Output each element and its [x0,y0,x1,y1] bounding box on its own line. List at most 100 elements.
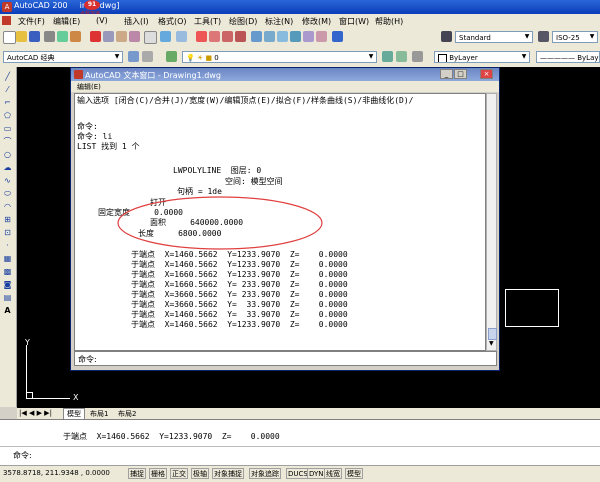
redo-icon[interactable] [176,31,187,42]
maximize-button[interactable]: □ [454,69,467,79]
menu-file[interactable]: 文件(F) [18,16,45,27]
osnap-toggle[interactable]: 对象捕捉 [212,468,244,479]
text-window-command-line[interactable]: 命令: [74,351,497,366]
output-line: 命令: li [77,132,113,141]
sheet-set-icon[interactable] [290,31,301,42]
block-editor-icon[interactable] [144,31,157,44]
tab-layout1[interactable]: 布局1 [87,409,111,419]
layout-tabs: |◀ ◀ ▶ ▶| 模型 布局1 布局2 [17,408,600,420]
paste-icon[interactable] [116,31,127,42]
workspace-select[interactable]: AutoCAD 经典 ▼ [3,51,123,63]
help-icon[interactable] [332,31,343,42]
scrollbar-thumb[interactable] [488,328,497,340]
region-icon[interactable]: ◙ [3,280,12,289]
tool-palettes-icon[interactable] [277,31,288,42]
menu-edit[interactable]: 编辑(E) [53,16,80,27]
zoom-previous-icon[interactable] [235,31,246,42]
minimize-button[interactable]: _ [440,69,453,79]
zoom-window-icon[interactable] [222,31,233,42]
save-icon[interactable] [29,31,40,42]
pan-icon[interactable] [196,31,207,42]
drawn-rectangle[interactable] [505,289,559,327]
close-button[interactable]: × [480,69,493,79]
dim-style-icon[interactable] [538,31,549,42]
make-current-layer-icon[interactable] [382,51,393,62]
hatch-icon[interactable]: ▦ [3,254,12,263]
point-icon[interactable]: · [3,241,12,250]
tab-layout2[interactable]: 布局2 [115,409,139,419]
markup-icon[interactable] [303,31,314,42]
menu-dimension[interactable]: 标注(N) [265,16,293,27]
layer-manager-icon[interactable] [166,51,177,62]
text-window-output[interactable]: 输入选项 [闭合(C)/合并(J)/宽度(W)/编辑顶点(E)/拟合(F)/样条… [74,93,486,351]
line-icon[interactable]: ╱ [3,72,12,81]
text-window-menu-edit[interactable]: 编辑(E) [77,82,101,92]
open-folder-icon[interactable] [16,31,27,42]
workspace-settings-icon[interactable] [128,51,139,62]
dyn-toggle[interactable]: DYN [307,468,326,479]
command-area[interactable]: 于端点 X=1460.5662 Y=1233.9070 Z= 0.0000 命令… [0,419,600,466]
arc-icon[interactable]: ⌒ [3,137,12,146]
text-window-scrollbar[interactable]: ▼ [486,93,497,351]
revision-cloud-icon[interactable]: ☁ [3,163,12,172]
highlight-ellipse [117,196,323,250]
model-toggle[interactable]: 模型 [345,468,363,479]
polygon-icon[interactable]: ⬠ [3,111,12,120]
grid-toggle[interactable]: 栅格 [149,468,167,479]
insert-block-icon[interactable]: ⊞ [3,215,12,224]
dim-style-select[interactable]: ISO-25 ▼ [552,31,598,43]
cut-icon[interactable] [90,31,101,42]
print-icon[interactable] [44,31,55,42]
polar-toggle[interactable]: 极轴 [191,468,209,479]
text-style-icon[interactable] [441,31,452,42]
gradient-icon[interactable]: ▩ [3,267,12,276]
zoom-realtime-icon[interactable] [209,31,220,42]
make-block-icon[interactable]: ⊡ [3,228,12,237]
menu-insert[interactable]: 插入(I) [124,16,149,27]
text-window-titlebar[interactable]: AutoCAD 文本窗口 - Drawing1.dwg _ □ × [71,68,499,81]
app-menu-icon[interactable] [2,16,11,25]
accelerator-badge[interactable]: 91 [84,0,100,10]
scroll-down-icon[interactable]: ▼ [489,340,494,347]
polyline-icon[interactable]: ⌐ [3,98,12,107]
construction-line-icon[interactable]: ⁄ [3,85,12,94]
calculator-icon[interactable] [316,31,327,42]
menu-modify[interactable]: 修改(M) [302,16,331,27]
menu-window[interactable]: 窗口(W) [339,16,369,27]
layer-previous-icon[interactable] [396,51,407,62]
menu-view[interactable]: (V) [96,16,108,25]
tab-nav-arrows[interactable]: |◀ ◀ ▶ ▶| [19,409,52,417]
copy-icon[interactable] [103,31,114,42]
workspace-save-icon[interactable] [142,51,153,62]
otrack-toggle[interactable]: 对象追踪 [249,468,281,479]
ellipse-arc-icon[interactable]: ◠ [3,202,12,211]
output-line: 于端点 X=1460.5662 Y=1233.9070 Z= 0.0000 [131,320,348,329]
table-icon[interactable]: ▤ [3,293,12,302]
rectangle-icon[interactable]: ▭ [3,124,12,133]
text-style-select[interactable]: Standard ▼ [455,31,533,43]
design-center-icon[interactable] [264,31,275,42]
color-select[interactable]: ByLayer ▼ [434,51,530,63]
properties-icon[interactable] [251,31,262,42]
publish-icon[interactable] [70,31,81,42]
menu-help[interactable]: 帮助(H) [375,16,403,27]
ellipse-icon[interactable]: ⬭ [3,189,12,198]
spline-icon[interactable]: ∿ [3,176,12,185]
menu-tools[interactable]: 工具(T) [194,16,221,27]
lineweight-toggle[interactable]: 线宽 [324,468,342,479]
menu-bar: 文件(F) 编辑(E) (V) 插入(I) 格式(O) 工具(T) 绘图(D) … [0,14,600,27]
linetype-select[interactable]: ————— ByLay [536,51,600,63]
match-properties-icon[interactable] [129,31,140,42]
layer-select[interactable]: 💡 ☀ ■ 0 ▼ [182,51,377,63]
layer-state-icon[interactable] [412,51,423,62]
multiline-text-icon[interactable]: A [3,306,12,315]
circle-icon[interactable]: ○ [3,150,12,159]
new-file-icon[interactable] [3,31,16,44]
output-line: 输入选项 [闭合(C)/合并(J)/宽度(W)/编辑顶点(E)/拟合(F)/样条… [77,96,414,105]
undo-icon[interactable] [160,31,171,42]
menu-draw[interactable]: 绘图(D) [229,16,257,27]
menu-format[interactable]: 格式(O) [158,16,187,27]
snap-toggle[interactable]: 捕捉 [128,468,146,479]
ortho-toggle[interactable]: 正交 [170,468,188,479]
plot-preview-icon[interactable] [57,31,68,42]
